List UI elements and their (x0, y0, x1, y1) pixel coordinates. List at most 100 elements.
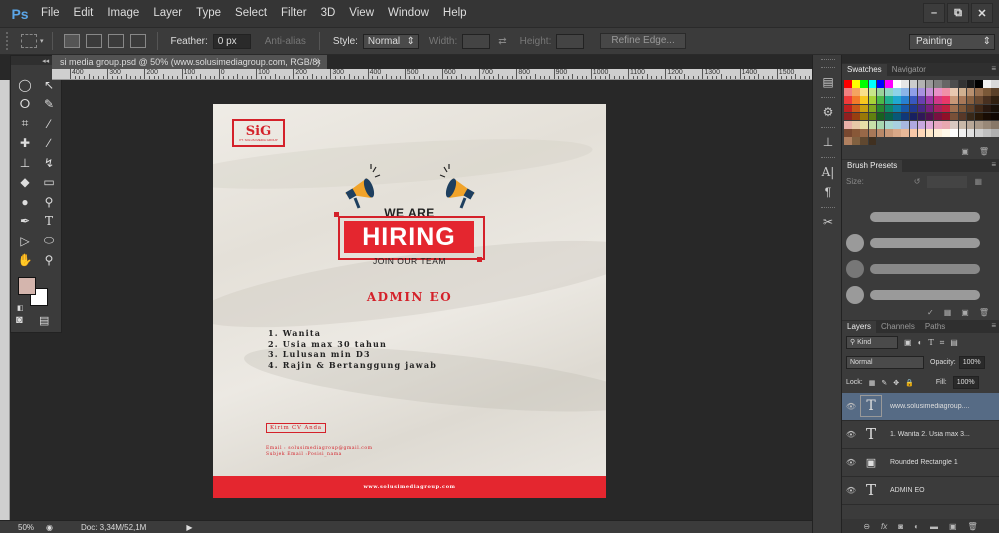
color-swatch[interactable] (925, 80, 934, 88)
color-swatch[interactable] (991, 120, 999, 129)
color-swatch[interactable] (991, 80, 999, 88)
color-swatch[interactable] (876, 96, 885, 104)
color-swatch[interactable] (893, 129, 901, 137)
color-swatch[interactable] (958, 112, 967, 121)
history-brush-icon[interactable]: ↯ (37, 153, 61, 173)
tab-brush-presets[interactable]: Brush Presets (842, 159, 903, 172)
color-swatch[interactable] (983, 96, 991, 104)
color-swatch[interactable] (958, 80, 967, 88)
color-swatch[interactable] (844, 96, 852, 104)
default-colors-icon[interactable]: ◧ (17, 304, 24, 312)
color-swatch[interactable] (852, 137, 860, 145)
color-swatch[interactable] (966, 88, 975, 96)
tool-presets-icon[interactable]: ✂ (818, 213, 838, 231)
menu-edit[interactable]: Edit (67, 0, 101, 27)
close-tab-icon[interactable]: × (316, 55, 321, 69)
panel-menu-icon[interactable]: ≡ (991, 321, 996, 330)
color-swatch[interactable] (958, 96, 967, 104)
color-swatch[interactable] (860, 129, 868, 137)
color-swatch[interactable] (925, 129, 934, 137)
color-swatch[interactable] (852, 120, 860, 129)
color-swatch[interactable] (868, 120, 877, 129)
color-swatch[interactable] (983, 129, 991, 137)
tab-channels[interactable]: Channels (876, 321, 920, 333)
document-canvas[interactable]: SiG PT. SOLUSI MEDIA GROUP WE ARE HIRING… (213, 104, 606, 498)
menu-image[interactable]: Image (100, 0, 146, 27)
path-select-icon[interactable]: ▷ (13, 231, 37, 251)
foreground-color-swatch[interactable] (18, 277, 36, 295)
color-swatch[interactable] (925, 96, 934, 104)
history-panel-icon[interactable]: ▤ (818, 73, 838, 91)
color-swatch[interactable] (950, 88, 959, 96)
quick-select-icon[interactable]: ✎ (37, 95, 61, 115)
filter-adjustment-icon[interactable]: ◐ (918, 338, 923, 347)
color-swatch[interactable] (975, 104, 983, 113)
color-swatch[interactable] (910, 137, 918, 145)
color-swatch[interactable] (950, 120, 959, 129)
minimize-button[interactable]: – (923, 3, 945, 23)
status-menu-arrow-icon[interactable]: ▶ (186, 523, 192, 532)
brush-preset-row[interactable] (842, 256, 999, 282)
menu-type[interactable]: Type (189, 0, 228, 27)
color-swatch[interactable] (844, 137, 852, 145)
tab-layers[interactable]: Layers (842, 320, 877, 333)
color-swatch[interactable] (934, 96, 942, 104)
visibility-eye-icon[interactable]: 👁 (842, 458, 860, 467)
gradient-icon[interactable]: ▭ (37, 173, 61, 193)
color-swatch[interactable] (934, 137, 942, 145)
brush-preset-row[interactable] (842, 230, 999, 256)
color-swatch[interactable] (860, 120, 868, 129)
color-swatch[interactable] (950, 104, 959, 113)
color-swatch[interactable] (966, 120, 975, 129)
visibility-eye-icon[interactable]: 👁 (842, 430, 860, 439)
color-swatch[interactable] (909, 96, 918, 104)
swap-icon[interactable]: ⇄ (498, 36, 506, 47)
color-swatch[interactable] (991, 112, 999, 121)
clone-source-icon[interactable]: ⊥ (818, 133, 838, 151)
color-swatch[interactable] (983, 80, 991, 88)
color-swatch[interactable] (876, 104, 885, 113)
new-swatch-icon[interactable]: ▣ (961, 147, 969, 159)
tab-paths[interactable]: Paths (920, 321, 950, 333)
color-swatch[interactable] (934, 104, 942, 113)
color-swatch[interactable] (868, 104, 877, 113)
zoom-level[interactable]: 50% (0, 523, 34, 532)
color-swatch[interactable] (967, 137, 975, 145)
color-swatch[interactable] (877, 137, 885, 145)
menu-layer[interactable]: Layer (146, 0, 189, 27)
color-swatch[interactable] (934, 129, 942, 137)
height-input[interactable] (556, 33, 585, 49)
color-swatch[interactable] (975, 129, 983, 137)
color-swatch[interactable] (860, 104, 868, 113)
menu-3d[interactable]: 3D (314, 0, 343, 27)
color-swatch[interactable] (950, 137, 958, 145)
workspace-select[interactable]: Painting ⇕ (909, 34, 995, 50)
color-swatch[interactable] (917, 104, 926, 113)
layer-row[interactable]: 👁 T www.solusimediagroup.... (842, 392, 999, 421)
color-swatch[interactable] (925, 120, 934, 129)
color-swatch[interactable] (917, 129, 926, 137)
color-swatch[interactable] (942, 96, 950, 104)
color-swatch[interactable] (991, 137, 999, 145)
color-swatch[interactable] (925, 112, 934, 121)
color-swatch[interactable] (966, 80, 975, 88)
color-swatch[interactable] (884, 112, 893, 121)
color-swatch[interactable] (876, 112, 885, 121)
color-swatch[interactable] (852, 88, 860, 96)
color-swatch[interactable] (950, 112, 959, 121)
color-swatch[interactable] (917, 88, 926, 96)
screen-mode-icon[interactable]: ▤ (39, 314, 49, 327)
color-swatch[interactable] (893, 80, 901, 88)
color-swatch[interactable] (901, 80, 909, 88)
add-selection-icon[interactable] (85, 34, 102, 48)
color-swatch[interactable] (917, 120, 926, 129)
color-swatch[interactable] (901, 88, 909, 96)
color-swatch[interactable] (884, 88, 893, 96)
color-swatch[interactable] (966, 112, 975, 121)
color-swatch[interactable] (942, 112, 950, 121)
lock-all-icon[interactable]: 🔒 (905, 379, 914, 387)
color-swatch[interactable] (876, 129, 885, 137)
color-swatch[interactable] (991, 129, 999, 137)
new-brush-icon[interactable]: ▣ (961, 308, 969, 320)
subtract-selection-icon[interactable] (107, 34, 124, 48)
